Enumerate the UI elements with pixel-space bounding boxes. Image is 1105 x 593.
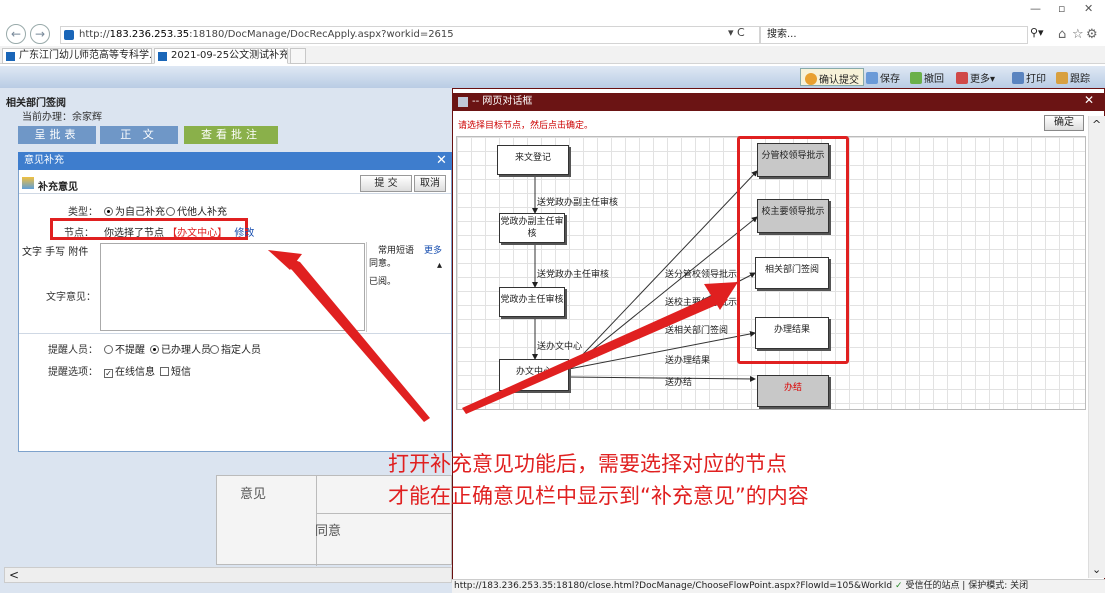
- status-bar: http://183.236.253.35:18180/close.html?D…: [452, 579, 1105, 593]
- annotation-arrow-left: [268, 250, 430, 422]
- annotation-text: 打开补充意见功能后，需要选择对应的节点 才能在正确意见栏中显示到“补充意见”的内…: [388, 448, 809, 512]
- trusted-check-icon: ✓: [895, 581, 903, 591]
- annotation-arrow-right: [462, 292, 728, 414]
- annotation-line-1: 打开补充意见功能后，需要选择对应的节点: [388, 452, 787, 476]
- annotation-line-2: 才能在正确意见栏中显示到“补充意见”的内容: [388, 484, 809, 508]
- status-url: http://183.236.253.35:18180/close.html?D…: [454, 581, 893, 591]
- status-trusted: 受信任的站点 | 保护模式: 关闭: [905, 581, 1029, 591]
